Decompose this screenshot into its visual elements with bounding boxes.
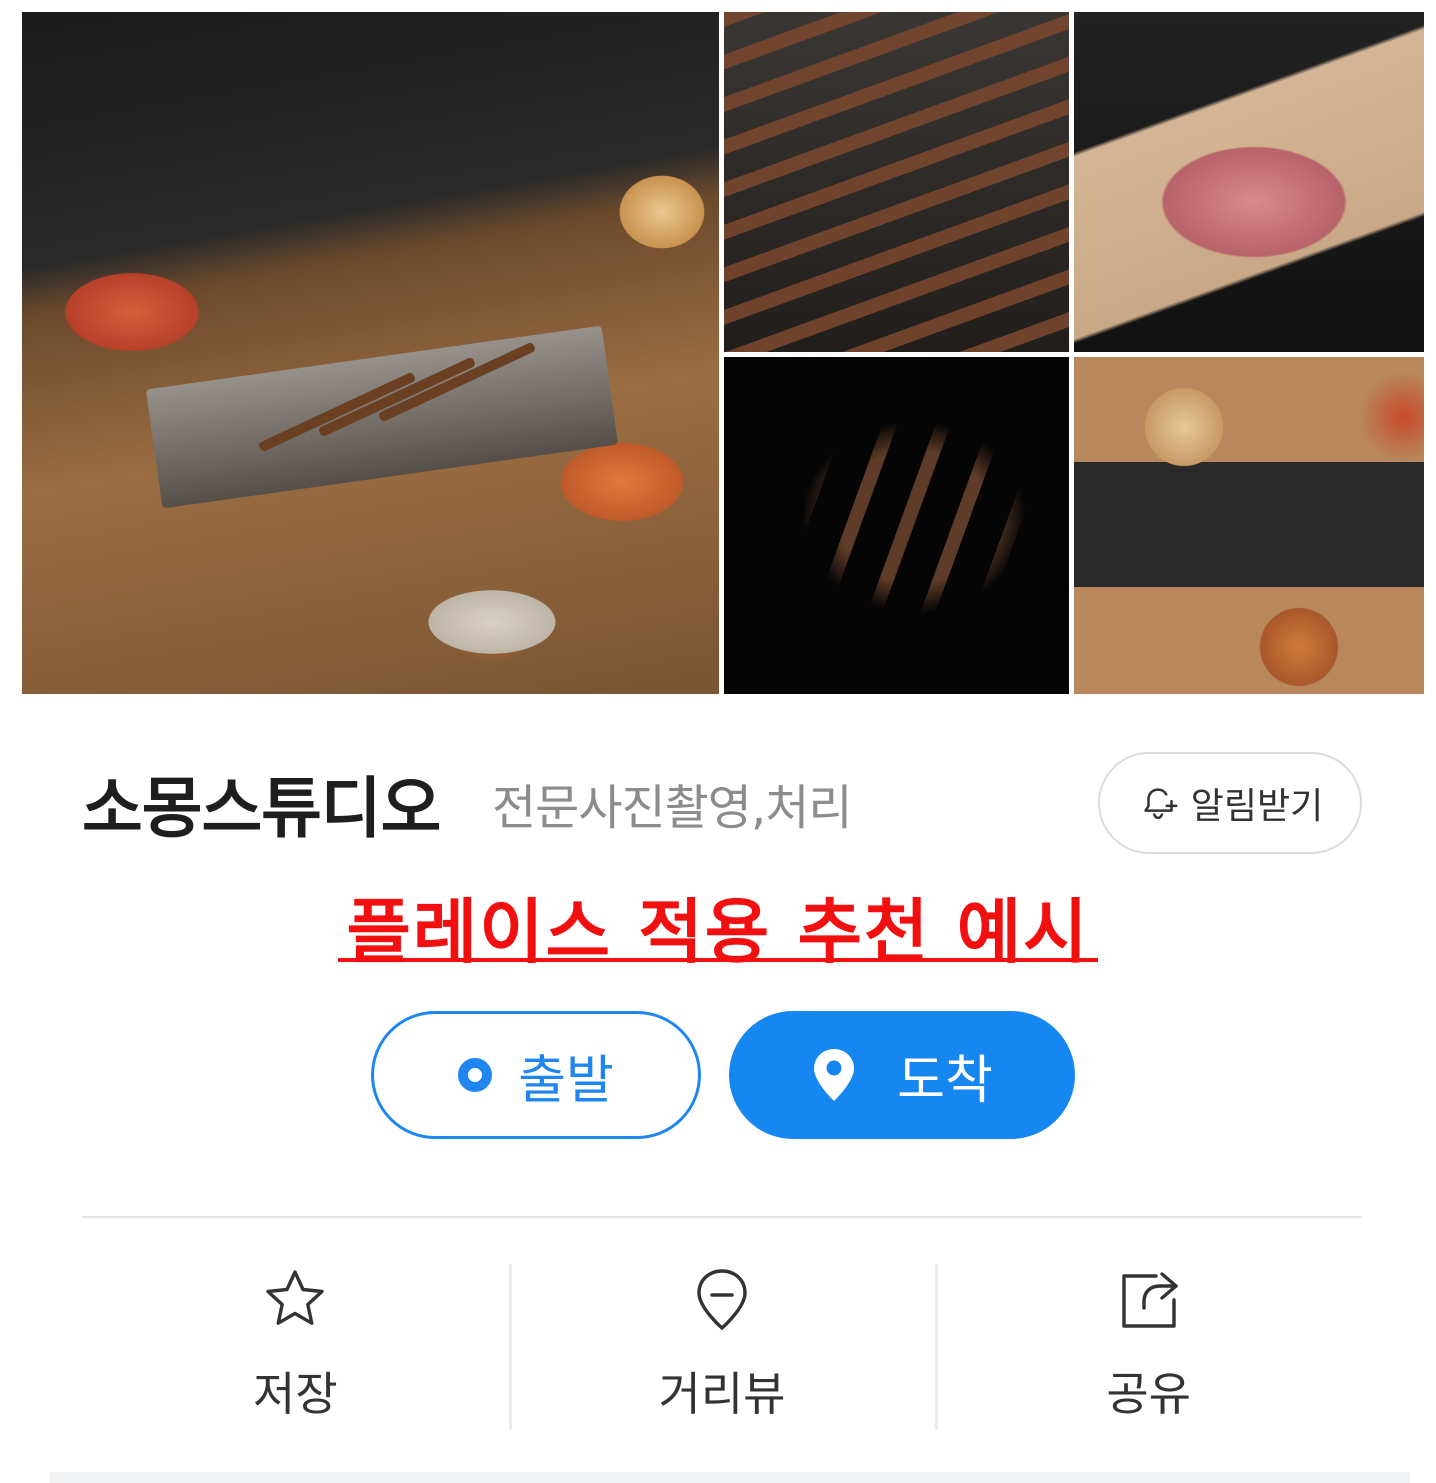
share-icon	[1121, 1272, 1178, 1328]
banner-underline	[338, 958, 1098, 962]
action-bar: 저장 거리뷰 공유	[82, 1262, 1362, 1432]
photo-gallery	[22, 12, 1424, 694]
notify-button-label: 알림받기	[1190, 786, 1324, 827]
save-button-label: 저장	[253, 1367, 338, 1421]
star-icon	[266, 1270, 325, 1325]
photo-thumbnail-4[interactable]	[1074, 357, 1424, 694]
location-pin-icon	[814, 1049, 855, 1101]
streetview-button-label: 거리뷰	[658, 1367, 786, 1421]
photo-thumbnail-1[interactable]	[724, 12, 1069, 352]
start-button-label: 출발	[518, 1050, 614, 1111]
notify-button[interactable]: 알림받기	[1098, 752, 1362, 854]
photo-thumbnail-2[interactable]	[1074, 12, 1424, 352]
map-pin-outline-icon	[697, 1269, 747, 1331]
section-divider	[82, 1216, 1362, 1218]
bell-plus-icon	[1144, 788, 1178, 820]
main-photo[interactable]	[22, 12, 719, 694]
destination-button-label: 도착	[897, 1050, 993, 1111]
circle-dot-icon	[458, 1058, 493, 1092]
save-button[interactable]: 저장	[82, 1262, 509, 1432]
destination-button[interactable]: 도착	[729, 1011, 1075, 1139]
share-button-label: 공유	[1106, 1367, 1191, 1421]
bottom-strip	[50, 1472, 1410, 1483]
start-button[interactable]: 출발	[371, 1011, 701, 1139]
share-button[interactable]: 공유	[935, 1262, 1362, 1432]
place-name: 소몽스튜디오	[82, 770, 441, 847]
streetview-button[interactable]: 거리뷰	[508, 1262, 936, 1432]
place-category: 전문사진촬영,처리	[492, 780, 853, 836]
photo-thumbnail-3[interactable]	[724, 357, 1069, 694]
